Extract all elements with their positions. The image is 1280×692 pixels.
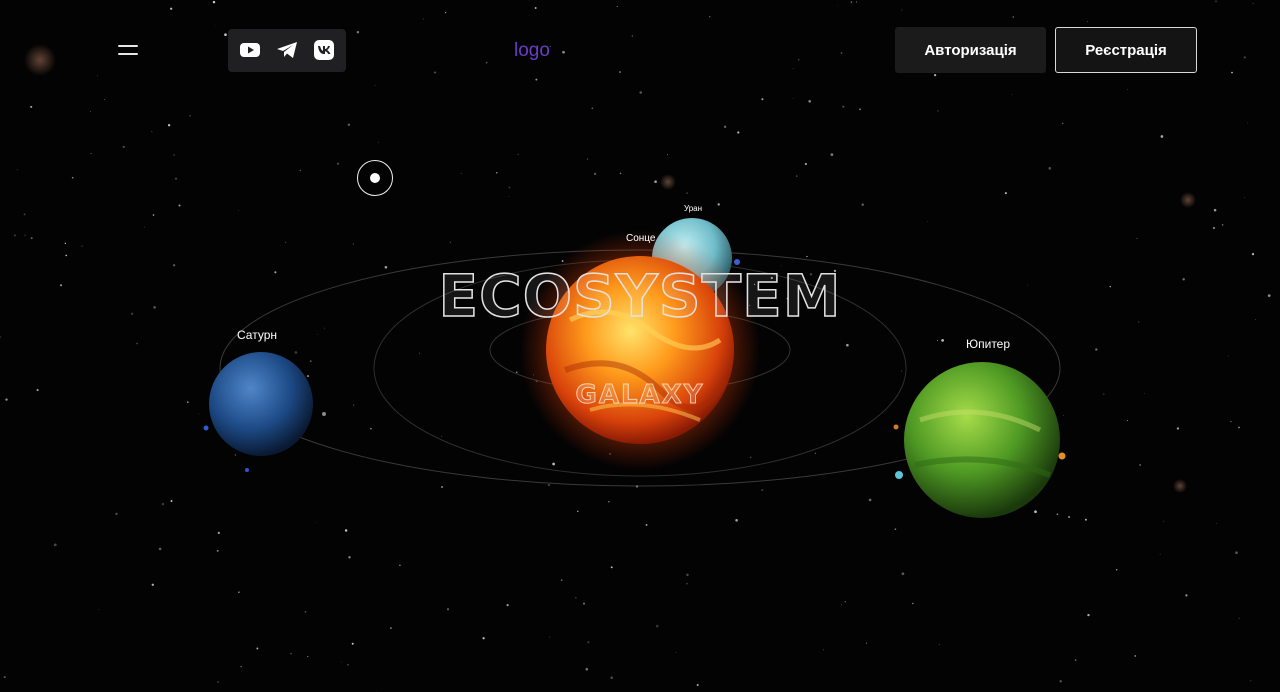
sun-label: Сонце (626, 233, 656, 244)
jupiter-planet[interactable] (904, 362, 1060, 518)
uranus-label: Уран (684, 204, 703, 213)
saturn-planet[interactable] (209, 352, 313, 456)
solar-system-scene (203, 218, 1066, 518)
hero-subtitle: GALAXY (575, 380, 705, 411)
saturn-label: Сатурн (237, 328, 278, 342)
hero-title: ECOSYSTEM (438, 261, 842, 331)
jupiter-label: Юпитер (966, 337, 1011, 351)
